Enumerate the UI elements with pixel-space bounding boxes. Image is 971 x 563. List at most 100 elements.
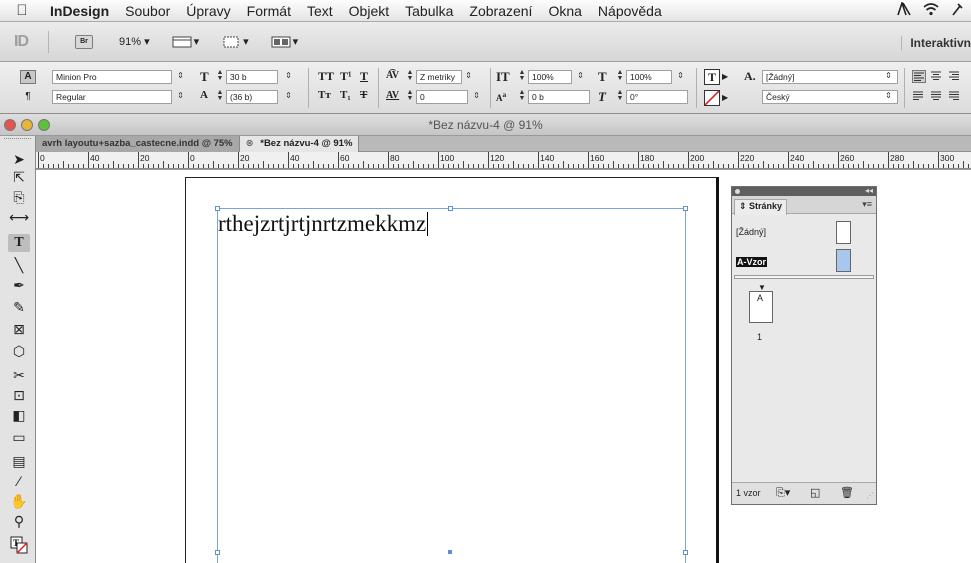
- rectangle-frame-tool-icon[interactable]: ⊠: [8, 320, 30, 338]
- line-tool-icon[interactable]: ╲: [8, 256, 30, 274]
- panel-section-divider[interactable]: [734, 275, 874, 279]
- hand-tool-icon[interactable]: ✋: [8, 492, 30, 510]
- menu-okna[interactable]: Okna: [540, 3, 589, 19]
- frame-handle[interactable]: [448, 206, 453, 211]
- align-right-button[interactable]: [948, 70, 962, 83]
- text-frame-content[interactable]: rthejzrtjrtjnrtzmekkmz: [218, 211, 429, 237]
- character-mode-button[interactable]: A: [20, 70, 36, 84]
- small-caps-button[interactable]: Tт: [318, 89, 331, 101]
- horizontal-ruler[interactable]: 0 40 20 0 20 40 60 80 100 120 140 160 180 200 220 240 26…: [36, 152, 971, 169]
- font-family-field[interactable]: Minion Pro: [52, 70, 172, 84]
- align-center-button[interactable]: [930, 70, 944, 83]
- close-window-button[interactable]: [4, 119, 16, 131]
- strikethrough-button[interactable]: T: [360, 89, 367, 101]
- master-none-thumbnail[interactable]: [836, 221, 851, 244]
- pencil-tool-icon[interactable]: ✎: [8, 298, 30, 316]
- vertical-scale-stepper[interactable]: ▲ ▼: [518, 69, 526, 82]
- horizontal-scale-stepper[interactable]: ▲ ▼: [616, 69, 624, 82]
- font-size-stepper[interactable]: ▲ ▼: [216, 69, 224, 82]
- kerning-dropdown[interactable]: ⇕: [464, 71, 473, 83]
- trash-icon[interactable]: 🗑: [840, 486, 854, 499]
- font-size-dropdown[interactable]: ⇕: [284, 71, 293, 83]
- note-tool-icon[interactable]: ▤: [8, 452, 30, 470]
- close-panel-button[interactable]: [735, 189, 740, 194]
- zoom-tool-icon[interactable]: ⚲: [8, 512, 30, 530]
- stroke-swatch-arrow[interactable]: ▶: [722, 93, 728, 102]
- adobe-status-icon[interactable]: [897, 0, 911, 19]
- character-style-field[interactable]: [Žádný]: [762, 70, 898, 84]
- pen-tool-icon[interactable]: ✒: [8, 276, 30, 294]
- minimize-window-button[interactable]: [21, 119, 33, 131]
- default-fill-stroke-icon[interactable]: T: [8, 536, 30, 554]
- resize-grip-icon[interactable]: ⋰: [866, 491, 874, 500]
- workspace-switcher[interactable]: Interaktivn: [901, 36, 971, 50]
- arrange-documents-button[interactable]: ▾: [271, 35, 298, 49]
- underline-button[interactable]: T: [360, 69, 368, 84]
- panel-menu-icon[interactable]: ▾≡: [862, 199, 872, 210]
- wifi-icon[interactable]: [923, 2, 939, 19]
- menu-upravy[interactable]: Úpravy: [178, 3, 238, 19]
- menu-tabulka[interactable]: Tabulka: [397, 3, 461, 19]
- page-1-thumbnail[interactable]: A: [749, 291, 773, 323]
- tracking-stepper[interactable]: ▲ ▼: [406, 89, 414, 102]
- tracking-field[interactable]: 0: [416, 90, 468, 104]
- language-dropdown[interactable]: ⇕: [884, 91, 893, 103]
- gradient-swatch-tool-icon[interactable]: ◧: [8, 406, 30, 424]
- superscript-button[interactable]: T¹: [340, 69, 352, 84]
- leading-dropdown[interactable]: ⇕: [284, 91, 293, 103]
- menu-app-name[interactable]: InDesign: [44, 3, 117, 19]
- subscript-button[interactable]: T₁: [340, 89, 351, 101]
- leading-field[interactable]: (36 b): [226, 90, 278, 104]
- frame-handle[interactable]: [683, 550, 688, 555]
- baseline-shift-field[interactable]: 0 b: [528, 90, 590, 104]
- font-family-dropdown[interactable]: ⇕: [176, 71, 185, 83]
- master-a-label[interactable]: A-Vzor: [736, 257, 767, 267]
- menu-soubor[interactable]: Soubor: [117, 3, 178, 19]
- gap-tool-icon[interactable]: ⟷: [8, 208, 30, 226]
- zoom-level-select[interactable]: 91% ▾: [119, 35, 150, 48]
- baseline-shift-stepper[interactable]: ▲ ▼: [518, 89, 526, 102]
- font-style-field[interactable]: Regular: [52, 90, 172, 104]
- menu-napoveda[interactable]: Nápověda: [590, 3, 670, 19]
- edit-page-size-icon[interactable]: ⎘▾: [776, 486, 790, 500]
- horizontal-scale-dropdown[interactable]: ⇕: [676, 71, 685, 83]
- menu-objekt[interactable]: Objekt: [341, 3, 397, 19]
- zoom-window-button[interactable]: [38, 119, 50, 131]
- free-transform-tool-icon[interactable]: ⊡: [8, 386, 30, 404]
- direct-selection-tool-icon[interactable]: ⇱: [8, 168, 30, 186]
- close-tab-icon[interactable]: ⊗: [246, 138, 254, 149]
- justify-center-button[interactable]: [930, 90, 944, 103]
- eyedropper-status-icon[interactable]: [951, 2, 963, 19]
- tracking-dropdown[interactable]: ⇕: [472, 91, 481, 103]
- new-page-icon[interactable]: ◱: [810, 486, 820, 499]
- vertical-scale-dropdown[interactable]: ⇕: [576, 71, 585, 83]
- tab-untitled-document[interactable]: ⊗ *Bez názvu-4 @ 91%: [238, 136, 360, 152]
- polygon-tool-icon[interactable]: ⬡: [8, 342, 30, 360]
- language-field[interactable]: Český: [762, 90, 898, 104]
- skew-field[interactable]: 0°: [626, 90, 688, 104]
- stroke-none-swatch[interactable]: [704, 90, 720, 106]
- master-a-thumbnail[interactable]: [836, 249, 851, 272]
- tab-layout-document[interactable]: avrh layoutu+sazba_castecne.indd @ 75%: [36, 136, 239, 152]
- vertical-scale-field[interactable]: 100%: [528, 70, 572, 84]
- view-options-button[interactable]: ▾: [172, 35, 199, 49]
- screen-mode-button[interactable]: ▾: [221, 35, 249, 49]
- skew-stepper[interactable]: ▲ ▼: [616, 89, 624, 102]
- bridge-button[interactable]: Br: [75, 34, 93, 49]
- paragraph-mode-button[interactable]: ¶: [20, 90, 36, 104]
- font-size-field[interactable]: 30 b: [226, 70, 278, 84]
- character-style-dropdown[interactable]: ⇕: [884, 71, 893, 83]
- horizontal-scale-field[interactable]: 100%: [626, 70, 672, 84]
- panel-grip[interactable]: [4, 138, 31, 146]
- align-left-button[interactable]: [912, 70, 926, 83]
- menu-zobrazeni[interactable]: Zobrazení: [461, 3, 540, 19]
- text-frame[interactable]: [217, 208, 686, 563]
- tab-pages[interactable]: ⇕ Stránky: [734, 199, 788, 215]
- fill-text-swatch[interactable]: T: [704, 69, 720, 85]
- master-none-label[interactable]: [Žádný]: [736, 227, 766, 237]
- justify-left-button[interactable]: [912, 90, 926, 103]
- all-caps-button[interactable]: TT: [318, 69, 334, 84]
- type-tool-icon[interactable]: T: [8, 234, 30, 252]
- selection-tool-icon[interactable]: ➤: [8, 150, 30, 168]
- kerning-stepper[interactable]: ▲ ▼: [406, 69, 414, 82]
